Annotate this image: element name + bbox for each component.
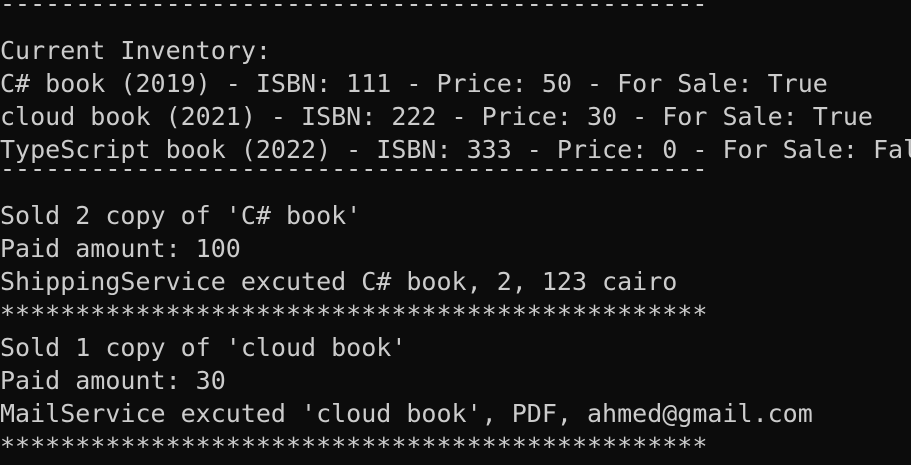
separator-line: ----------------------------------------…: [0, 1, 708, 18]
inventory-item: C# book (2019) - ISBN: 111 - Price: 50 -…: [0, 69, 828, 98]
inventory-item: cloud book (2021) - ISBN: 222 - Price: 3…: [0, 102, 873, 131]
star-separator: ****************************************…: [0, 432, 708, 461]
separator-line: ----------------------------------------…: [0, 154, 708, 183]
sale-message: Sold 2 copy of 'C# book': [0, 201, 362, 230]
shipping-message: ShippingService excuted C# book, 2, 123 …: [0, 267, 678, 296]
console-output: ----------------------------------------…: [0, 1, 911, 465]
paid-amount: Paid amount: 30: [0, 366, 226, 395]
paid-amount: Paid amount: 100: [0, 234, 241, 263]
sale-message: Sold 1 copy of 'cloud book': [0, 333, 407, 362]
star-separator: ****************************************…: [0, 300, 708, 329]
mail-message: MailService excuted 'cloud book', PDF, a…: [0, 399, 813, 428]
inventory-heading: Current Inventory:: [0, 36, 271, 65]
